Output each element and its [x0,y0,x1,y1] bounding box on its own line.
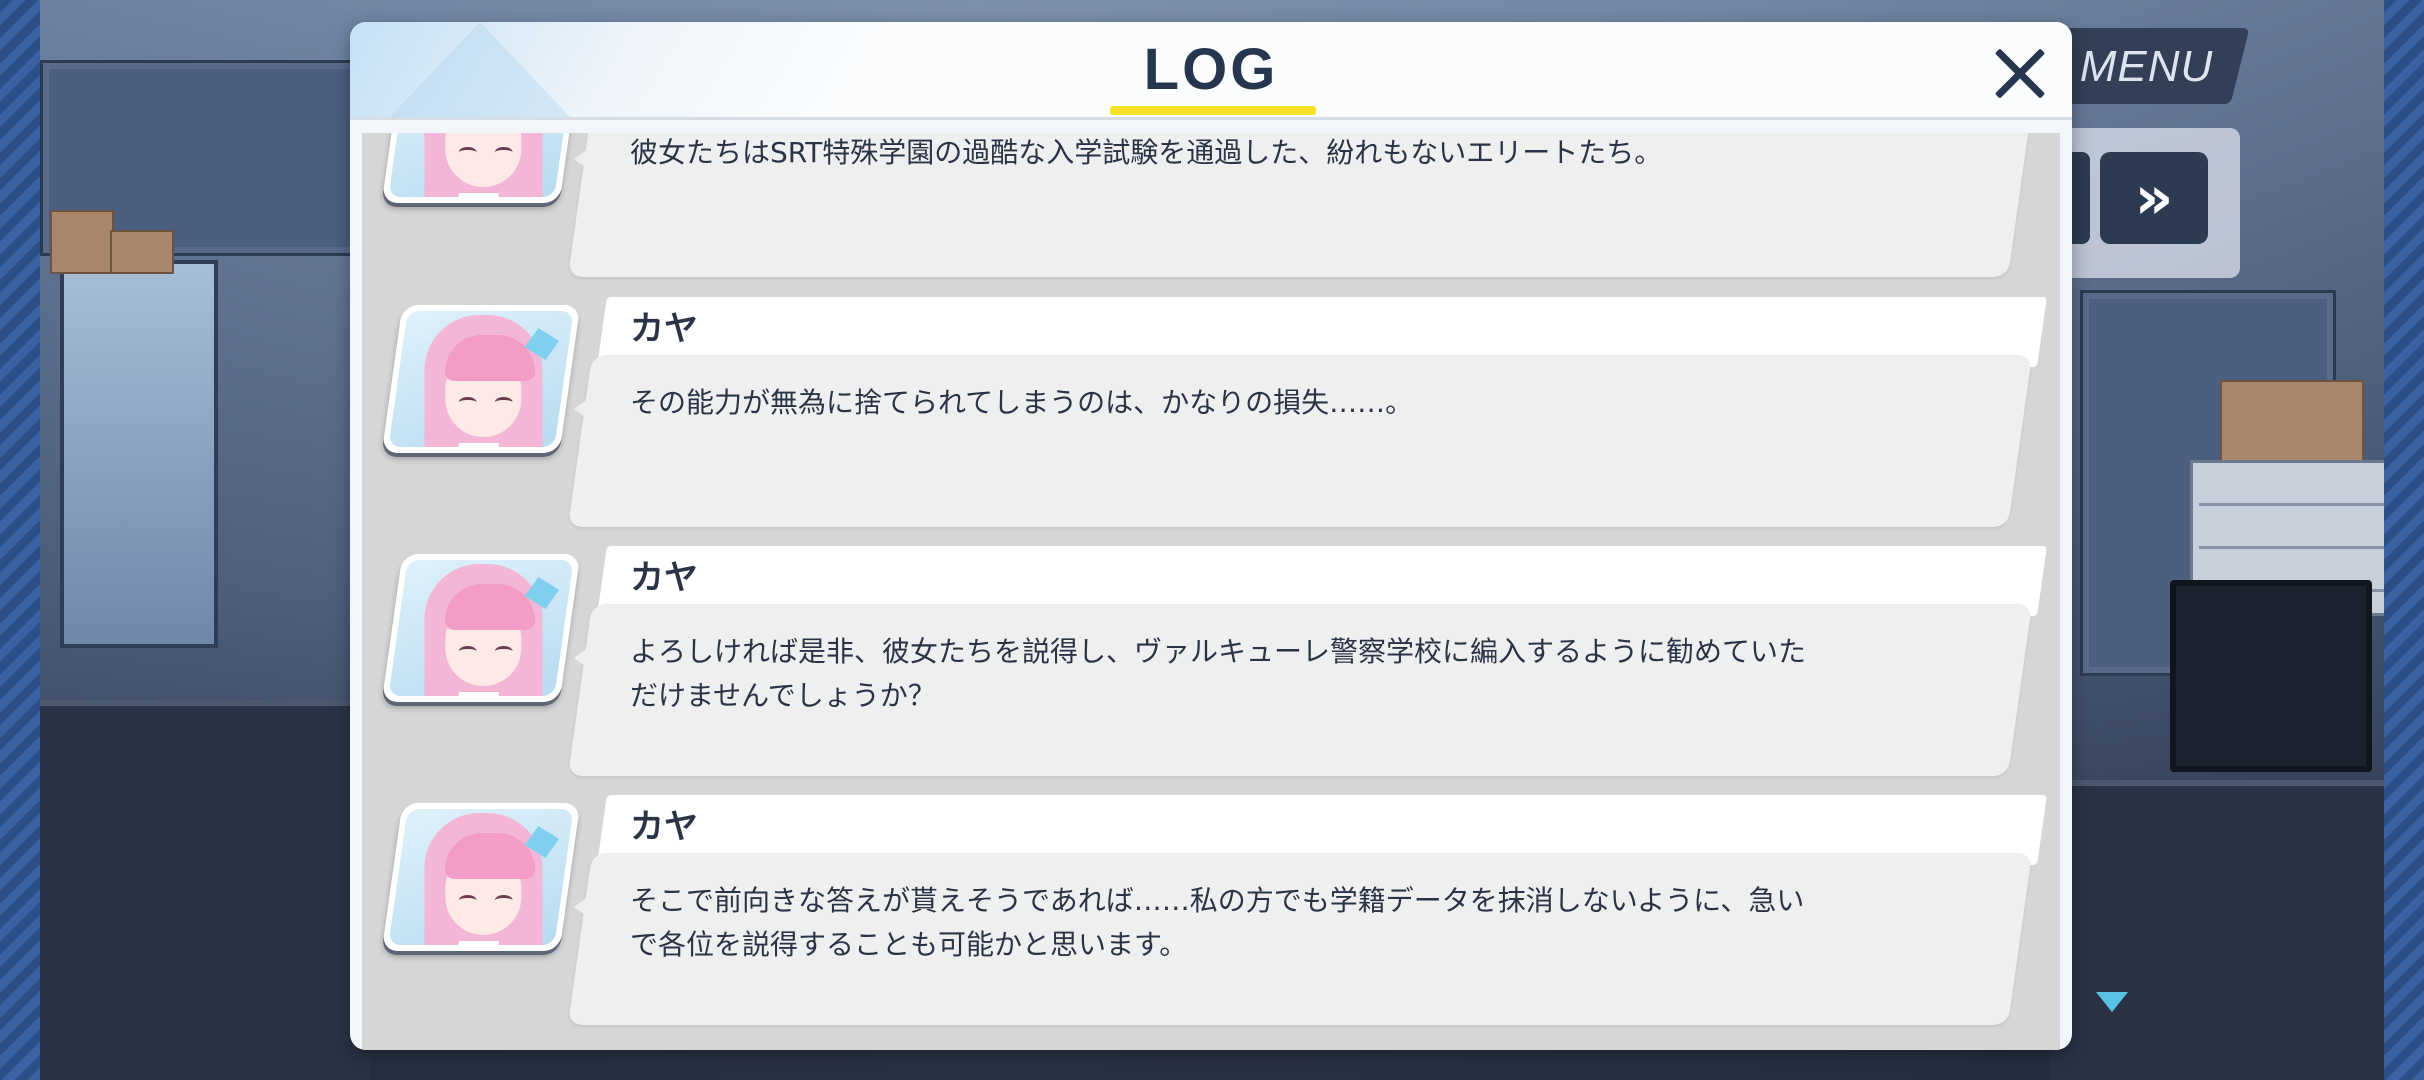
speaker-name: カヤ [630,807,698,847]
game-screen: MENU » LOG カヤ 彼女たちはSRT [0,0,2424,1080]
background-box [110,230,174,274]
log-entry-list[interactable]: カヤ 彼女たちはSRT特殊学園の過酷な入学試験を通過した、紛れもないエリートたち… [362,133,2060,1050]
fast-forward-button[interactable]: » [2100,152,2208,244]
speaker-avatar [381,803,581,951]
bubble-notch [574,393,596,425]
log-dialog: LOG カヤ 彼女たちはSRT特殊学園の過酷な入学試験を通過した、紛れもないエリ… [350,22,2072,1050]
log-entry: カヤ その能力が無為に捨てられてしまうのは、かなりの損失……。 [362,297,2060,547]
close-icon[interactable] [1980,34,2060,114]
background-desk [40,700,370,1080]
log-title: LOG [1143,37,1279,102]
speaker-avatar [381,305,581,453]
left-border-stripe [0,0,40,1080]
background-monitor [2170,580,2372,772]
bubble-notch [574,143,596,175]
background-box [2220,380,2364,464]
log-title-underline [1110,106,1316,115]
speaker-avatar [381,554,581,702]
log-entry: カヤ そこで前向きな答えが貰えそうであれば……私の方でも学籍データを抹消しないよ… [362,795,2060,1045]
speaker-name: カヤ [630,558,698,598]
dialogue-text: 彼女たちはSRT特殊学園の過酷な入学試験を通過した、紛れもないエリートたち。 [630,136,1663,169]
dialogue-text: よろしければ是非、彼女たちを説得し、ヴァルキューレ警察学校に編入するように勧めて… [630,635,1807,712]
background-desk [2050,780,2384,1080]
speaker-name: カヤ [630,309,698,349]
background-box [50,210,114,274]
bubble-notch [574,891,596,923]
dialogue-text: そこで前向きな答えが貰えそうであれば……私の方でも学籍データを抹消しないように、… [630,884,1805,961]
log-header: LOG [350,22,2072,120]
dialogue-text: その能力が無為に捨てられてしまうのは、かなりの損失……。 [630,386,1414,419]
right-border-stripe [2384,0,2424,1080]
log-entry: カヤ よろしければ是非、彼女たちを説得し、ヴァルキューレ警察学校に編入するように… [362,546,2060,796]
speaker-avatar [381,133,581,203]
background-window [60,260,218,648]
next-indicator-icon [2096,992,2128,1012]
log-entry: カヤ 彼女たちはSRT特殊学園の過酷な入学試験を通過した、紛れもないエリートたち… [362,133,2060,297]
menu-button-label: MENU [2079,42,2214,91]
bubble-notch [574,642,596,674]
